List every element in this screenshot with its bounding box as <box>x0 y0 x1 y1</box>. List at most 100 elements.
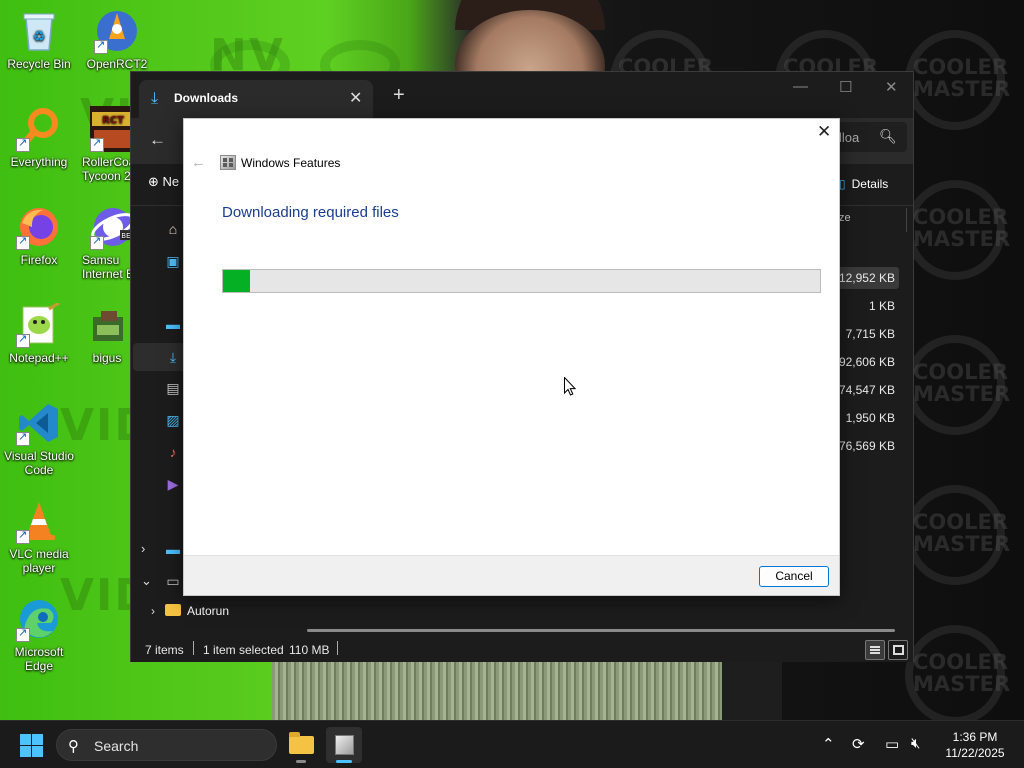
desktop-icon-bigus[interactable]: bigus <box>78 302 136 365</box>
taskbar-search-box[interactable]: ⚲ Search <box>56 729 277 761</box>
vscode-icon <box>16 400 62 446</box>
wallpaper-dark-block <box>722 660 782 720</box>
nav-folder-label: Autorun <box>187 604 230 618</box>
desktop-icon-label: Visual Studio Code <box>4 449 74 477</box>
status-bar: 7 items 1 item selected 110 MB <box>131 638 913 662</box>
close-window-button[interactable]: ✕ <box>885 78 898 96</box>
new-tab-button[interactable]: + <box>393 84 405 107</box>
svg-text:♻: ♻ <box>33 29 46 45</box>
windows-features-dialog: ✕ ← Windows Features Downloading require… <box>183 118 840 596</box>
downloads-icon[interactable]: ⤓ <box>164 349 182 365</box>
clock-time: 1:36 PM <box>952 730 998 744</box>
edge-icon <box>16 596 62 642</box>
desktop-icon-label: Notepad++ <box>9 351 69 365</box>
dialog-close-button[interactable]: ✕ <box>817 122 831 142</box>
wallpaper-coolermaster-logo: COOLERMASTER <box>905 625 1010 720</box>
display-icon[interactable]: ▭ <box>885 735 899 753</box>
wallpaper-coolermaster-logo: COOLERMASTER <box>905 485 1010 585</box>
recycle-bin-icon: ♻ <box>16 8 62 54</box>
collapse-chevron-icon[interactable]: ⌄ <box>141 573 152 589</box>
desktop-icon-vlc[interactable]: VLC media player <box>0 498 78 575</box>
shortcut-arrow-icon <box>90 136 104 152</box>
taskbar-file-explorer[interactable] <box>283 727 319 763</box>
videos-icon[interactable]: ▶ <box>164 476 182 492</box>
desktop-icon-label: Firefox <box>20 253 58 267</box>
pictures-icon[interactable]: ▨ <box>164 412 182 428</box>
details-label: Details <box>851 177 889 191</box>
status-item-count: 7 items <box>145 643 184 657</box>
windows-features-icon <box>335 735 354 755</box>
taskbar: ⚲ Search ⌃ ⟳ ▭ 🔇︎ 1:36 PM 11/22/2025 <box>0 720 1024 768</box>
desktop-folder-icon[interactable]: ▬ <box>164 316 182 332</box>
tab-title: Downloads <box>174 91 239 105</box>
status-separator <box>193 641 194 655</box>
search-icon: ⚲ <box>68 738 79 755</box>
size-column-header[interactable]: ze <box>839 212 899 224</box>
add-circle-icon: ⊕ <box>148 174 159 189</box>
details-view-icon <box>870 646 880 654</box>
search-placeholder: lloa <box>839 130 860 145</box>
details-pane-button[interactable]: ▯ Details <box>839 177 888 191</box>
everything-search-icon <box>16 106 62 152</box>
status-separator <box>337 641 338 655</box>
desktop-icon-recycle-bin[interactable]: ♻ Recycle Bin <box>0 8 78 71</box>
desktop-icon-openrct2[interactable]: OpenRCT2 <box>78 8 156 71</box>
maximize-button[interactable]: ☐ <box>839 78 852 96</box>
gallery-icon[interactable]: ▣ <box>164 253 182 269</box>
desktop-icon-edge[interactable]: Microsoft Edge <box>0 596 78 673</box>
drive-icon[interactable]: ▭ <box>164 573 182 589</box>
desktop-icon-label: Microsoft Edge <box>14 645 64 673</box>
desktop-icon-samsung-internet[interactable]: BET Samsu Internet B <box>78 204 136 281</box>
download-icon: ⤓ <box>151 90 159 107</box>
new-button-label: Ne <box>162 174 180 189</box>
explorer-tab-downloads[interactable]: ⤓ Downloads ✕ <box>139 80 373 118</box>
shortcut-arrow-icon <box>16 528 30 544</box>
new-button[interactable]: ⊕ Ne <box>148 174 179 190</box>
back-arrow-icon[interactable]: ← <box>149 130 166 150</box>
nav-item-autorun[interactable]: › Autorun <box>151 604 229 618</box>
shortcut-arrow-icon <box>94 38 108 54</box>
expand-chevron-icon[interactable]: › <box>141 541 145 556</box>
desktop-icon-label: Everything <box>10 155 68 169</box>
sync-update-icon[interactable]: ⟳ <box>852 735 865 753</box>
svg-text:RCT: RCT <box>102 115 124 126</box>
tiles-view-icon <box>893 645 904 655</box>
desktop-icon-vscode[interactable]: Visual Studio Code <box>0 400 78 477</box>
tiles-view-button[interactable] <box>888 640 908 660</box>
active-indicator <box>336 760 352 763</box>
details-view-button[interactable] <box>865 640 885 660</box>
dialog-heading: Downloading required files <box>222 204 399 221</box>
cancel-button[interactable]: Cancel <box>759 566 829 587</box>
shortcut-arrow-icon <box>16 332 30 348</box>
column-divider[interactable] <box>906 208 907 232</box>
this-pc-icon[interactable]: ▬ <box>164 541 182 557</box>
desktop-icon-firefox[interactable]: Firefox <box>0 204 78 267</box>
shortcut-arrow-icon <box>16 626 30 642</box>
speaker-muted-icon[interactable]: 🔇︎ <box>911 735 920 752</box>
horizontal-scrollbar[interactable] <box>307 629 895 632</box>
desktop-icon-label: Recycle Bin <box>7 57 71 71</box>
dialog-back-arrow-icon: ← <box>191 154 206 171</box>
wallpaper-coolermaster-logo: COOLERMASTER <box>905 30 1010 130</box>
shortcut-arrow-icon <box>90 234 104 250</box>
status-selected: 1 item selected <box>203 643 284 657</box>
documents-icon[interactable]: ▤ <box>164 380 182 396</box>
home-icon[interactable]: ⌂ <box>164 221 182 237</box>
desktop-icon-notepadpp[interactable]: Notepad++ <box>0 302 78 365</box>
taskbar-clock[interactable]: 1:36 PM 11/22/2025 <box>939 729 1011 761</box>
taskbar-windows-features[interactable] <box>326 727 362 763</box>
file-explorer-icon <box>289 732 314 754</box>
desktop-icon-rollercoaster-tycoon-2[interactable]: RCT RollerCoa Tycoon 2 <box>78 106 136 183</box>
minimize-button[interactable]: — <box>793 78 808 95</box>
search-box[interactable]: lloa 🔍︎ <box>831 122 907 152</box>
desktop-icon-everything[interactable]: Everything <box>0 106 78 169</box>
music-icon[interactable]: ♪ <box>164 444 182 460</box>
shortcut-arrow-icon <box>16 136 30 152</box>
folder-icon <box>165 604 181 616</box>
status-selected-size: 110 MB <box>289 643 330 657</box>
running-indicator <box>296 760 306 763</box>
desktop-icon-label: bigus <box>92 351 122 365</box>
start-button[interactable] <box>20 734 43 757</box>
show-hidden-icons-chevron-icon[interactable]: ⌃ <box>822 735 835 753</box>
close-tab-icon[interactable]: ✕ <box>349 88 362 108</box>
